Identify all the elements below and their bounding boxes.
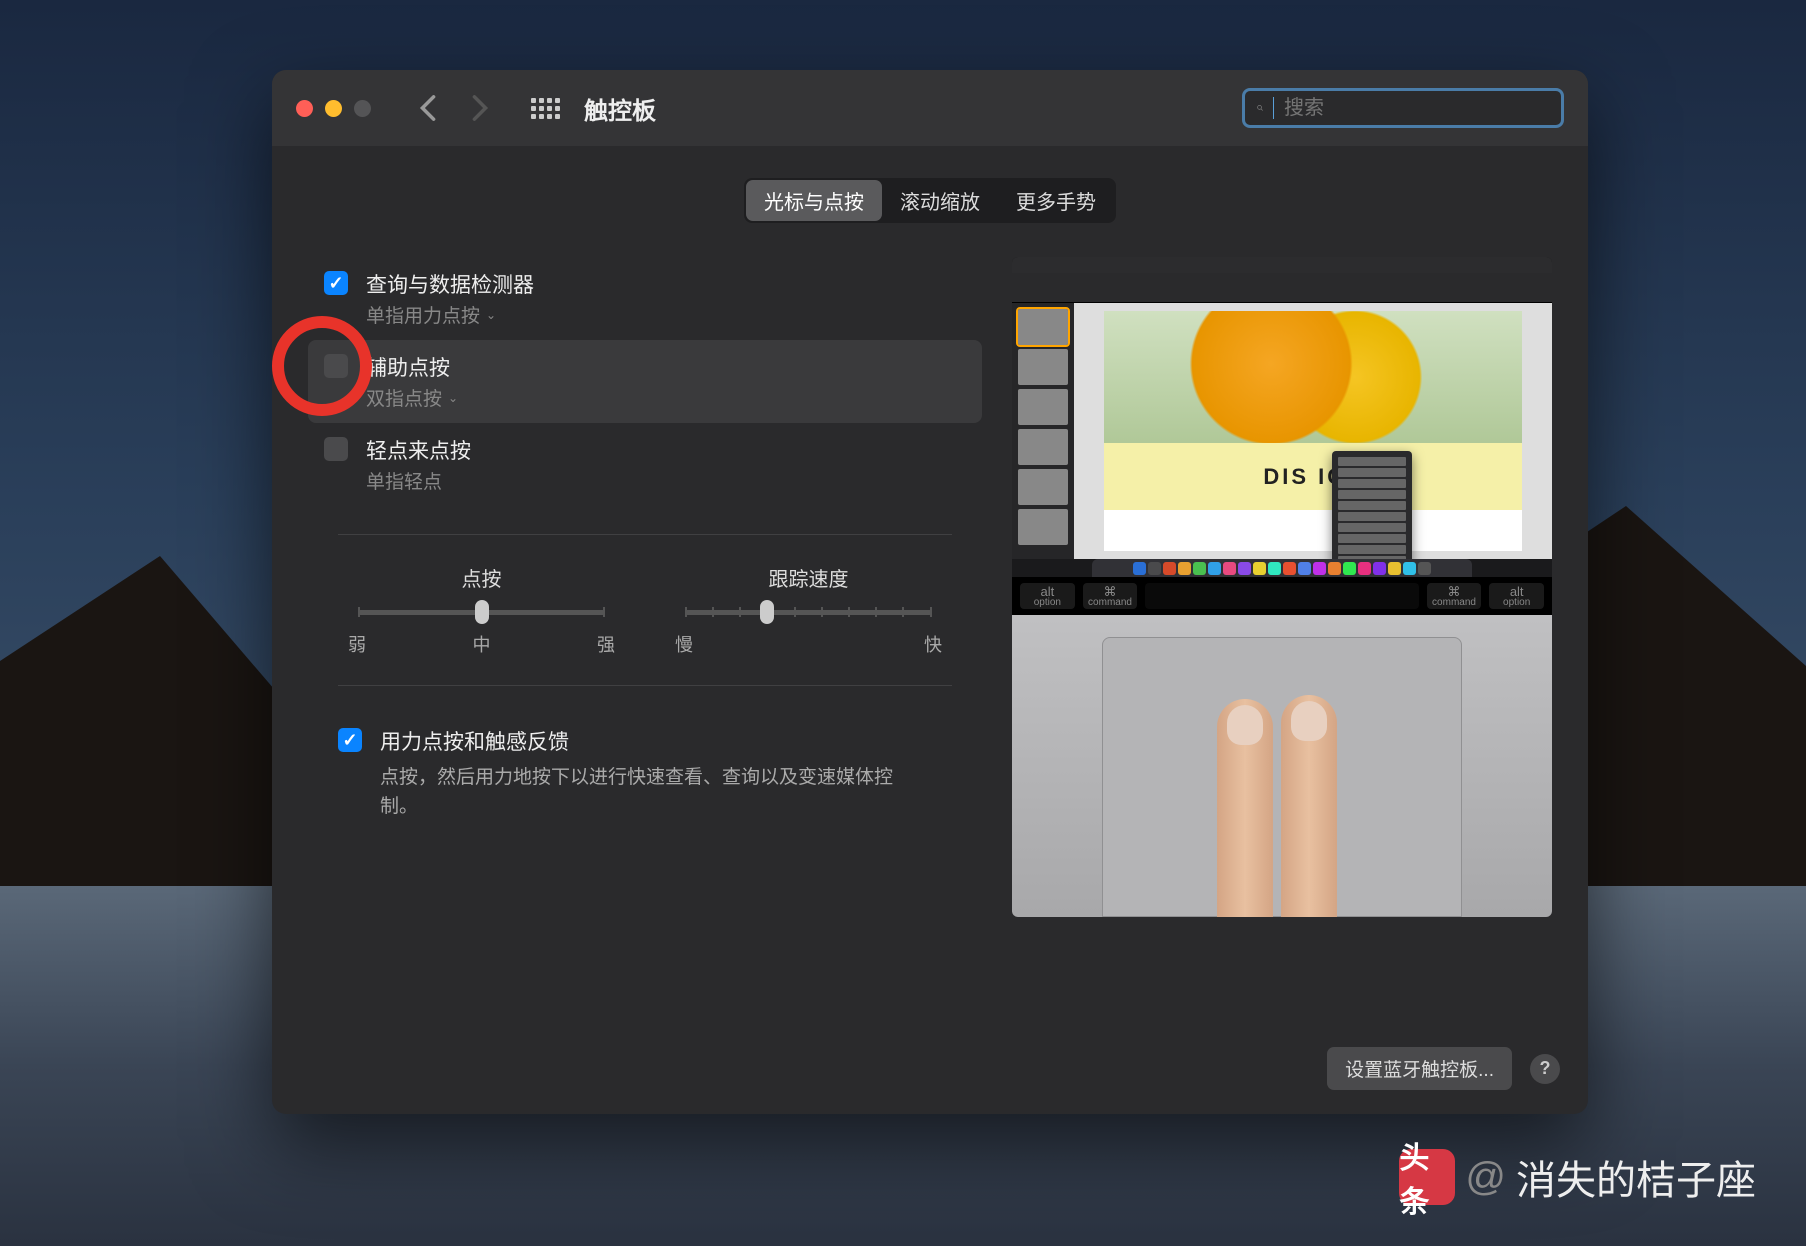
tab-bar: 光标与点按 滚动缩放 更多手势 bbox=[292, 178, 1568, 223]
divider bbox=[338, 534, 952, 535]
option-tap-title: 轻点来点按 bbox=[366, 435, 471, 465]
option-lookup-title: 查询与数据检测器 bbox=[366, 269, 534, 299]
search-field[interactable] bbox=[1242, 88, 1564, 128]
tab-more-gestures[interactable]: 更多手势 bbox=[998, 180, 1114, 221]
watermark-logo: 头条 bbox=[1399, 1149, 1455, 1205]
gesture-preview: DIS ICT altoption ⌘command bbox=[1012, 257, 1552, 917]
help-button[interactable]: ? bbox=[1530, 1054, 1560, 1084]
preview-context-menu bbox=[1332, 451, 1412, 559]
watermark: 头条 @ 消失的桔子座 bbox=[1399, 1148, 1756, 1206]
tab-point-click[interactable]: 光标与点按 bbox=[746, 180, 882, 221]
tracking-slider-title: 跟踪速度 bbox=[675, 563, 942, 592]
click-slider[interactable] bbox=[358, 610, 605, 615]
checkbox-force-click[interactable] bbox=[338, 728, 362, 752]
watermark-at: @ bbox=[1465, 1155, 1506, 1200]
option-secondary-sub[interactable]: 双指点按⌄ bbox=[366, 384, 458, 411]
option-secondary-click: 辅助点按 双指点按⌄ bbox=[308, 340, 982, 423]
preview-touchbar: altoption ⌘command ⌘command altoption bbox=[1012, 577, 1552, 615]
option-lookup: 查询与数据检测器 单指用力点按⌄ bbox=[308, 257, 982, 340]
close-button[interactable] bbox=[296, 100, 313, 117]
option-secondary-title: 辅助点按 bbox=[366, 352, 458, 382]
preview-trackpad bbox=[1012, 615, 1552, 917]
tracking-slider-group: 跟踪速度 慢 快 bbox=[675, 563, 942, 657]
click-slider-thumb[interactable] bbox=[475, 600, 489, 624]
click-label-strong: 强 bbox=[597, 631, 615, 657]
back-button[interactable] bbox=[419, 94, 437, 122]
traffic-lights bbox=[296, 100, 371, 117]
preview-banner-text: DIS ICT bbox=[1104, 443, 1522, 510]
forward-button[interactable] bbox=[471, 94, 489, 122]
tracking-slider-thumb[interactable] bbox=[760, 600, 774, 624]
force-click-section: 用力点按和触感反馈 点按，然后用力地按下以进行快速查看、查询以及变速媒体控制。 bbox=[308, 726, 982, 821]
zoom-button[interactable] bbox=[354, 100, 371, 117]
checkbox-tap[interactable] bbox=[324, 437, 348, 461]
system-preferences-window: 触控板 光标与点按 滚动缩放 更多手势 查询与数据检测器 单指用力点按⌄ bbox=[272, 70, 1588, 1114]
tracking-slider[interactable] bbox=[685, 610, 932, 615]
options-column: 查询与数据检测器 单指用力点按⌄ 辅助点按 双指点按⌄ 轻点来点按 bbox=[308, 257, 982, 917]
option-tap-to-click: 轻点来点按 单指轻点 bbox=[308, 423, 982, 506]
checkbox-lookup[interactable] bbox=[324, 271, 348, 295]
text-cursor bbox=[1273, 97, 1274, 119]
option-tap-sub: 单指轻点 bbox=[366, 467, 471, 494]
click-label-med: 中 bbox=[473, 631, 491, 657]
tab-scroll-zoom[interactable]: 滚动缩放 bbox=[882, 180, 998, 221]
checkbox-secondary[interactable] bbox=[324, 354, 348, 378]
click-slider-title: 点按 bbox=[348, 563, 615, 592]
preview-hand bbox=[1207, 687, 1357, 917]
preview-screen: DIS ICT bbox=[1012, 257, 1552, 577]
show-all-icon[interactable] bbox=[531, 98, 560, 119]
force-desc: 点按，然后用力地按下以进行快速查看、查询以及变速媒体控制。 bbox=[380, 764, 920, 821]
titlebar: 触控板 bbox=[272, 70, 1588, 146]
click-slider-group: 点按 弱 中 强 bbox=[348, 563, 615, 657]
track-label-fast: 快 bbox=[924, 631, 942, 657]
chevron-down-icon: ⌄ bbox=[486, 308, 496, 322]
minimize-button[interactable] bbox=[325, 100, 342, 117]
divider bbox=[338, 685, 952, 686]
click-label-weak: 弱 bbox=[348, 631, 366, 657]
search-icon bbox=[1257, 98, 1263, 118]
preview-dock bbox=[1092, 559, 1472, 577]
bluetooth-trackpad-button[interactable]: 设置蓝牙触控板... bbox=[1327, 1047, 1512, 1090]
chevron-down-icon: ⌄ bbox=[448, 391, 458, 405]
window-title: 触控板 bbox=[584, 91, 656, 126]
option-lookup-sub[interactable]: 单指用力点按⌄ bbox=[366, 301, 534, 328]
search-input[interactable] bbox=[1284, 97, 1549, 120]
track-label-slow: 慢 bbox=[675, 631, 693, 657]
watermark-name: 消失的桔子座 bbox=[1516, 1148, 1756, 1206]
force-title: 用力点按和触感反馈 bbox=[380, 726, 920, 756]
